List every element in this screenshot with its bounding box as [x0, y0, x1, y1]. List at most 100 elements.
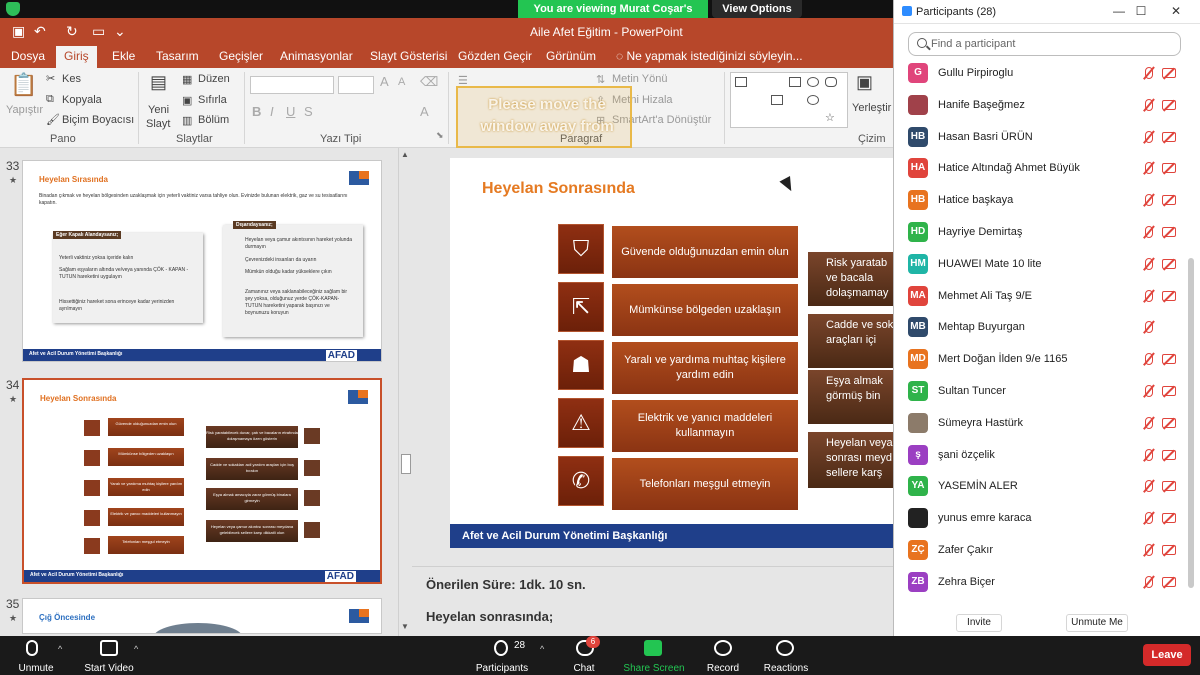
scrollbar-thumb[interactable] — [401, 454, 411, 474]
slideshow-icon[interactable]: ▭ — [92, 23, 105, 40]
paste-button[interactable]: Yapıştır — [6, 104, 43, 116]
cut-icon[interactable]: ✂ — [46, 72, 55, 85]
customize-qat-icon[interactable]: ⌄ — [114, 23, 126, 40]
save-icon[interactable]: ▣ — [12, 23, 25, 40]
arrange-icon[interactable]: ▣ — [856, 72, 873, 93]
new-slide-label-2[interactable]: Slayt — [146, 118, 170, 130]
scrollbar-thumb[interactable] — [1188, 258, 1194, 588]
start-video-button[interactable]: Start Video — [64, 663, 154, 674]
bold-icon[interactable]: B — [252, 104, 261, 119]
smiley-shape-icon[interactable] — [807, 95, 819, 105]
copy-icon[interactable]: ⧉ — [46, 93, 54, 106]
font-family-select[interactable] — [250, 76, 334, 94]
italic-icon[interactable]: I — [270, 104, 274, 119]
new-slide-icon[interactable]: ▤ — [150, 72, 167, 93]
participant-row[interactable]: Sümeyra Hastürk — [894, 408, 1184, 440]
participant-row[interactable]: ST Sultan Tuncer — [894, 376, 1184, 408]
maximize-icon[interactable]: ☐ — [1134, 4, 1148, 18]
participant-row[interactable]: MB Mehtap Buyurgan — [894, 312, 1184, 344]
audio-options-caret-icon[interactable]: ^ — [58, 644, 62, 654]
tab-tasarim[interactable]: Tasarım — [156, 49, 199, 63]
cut-button[interactable]: Kes — [62, 73, 81, 85]
tab-animasyonlar[interactable]: Animasyonlar — [280, 49, 353, 63]
scroll-down-icon[interactable]: ▼ — [401, 622, 409, 631]
participant-row[interactable]: ZÇ Zafer Çakır — [894, 535, 1184, 567]
thumbnail-slide-35[interactable]: Çığ Öncesinde — [22, 598, 382, 634]
video-off-icon[interactable] — [100, 640, 118, 656]
share-screen-icon[interactable] — [644, 640, 662, 656]
participants-icon[interactable] — [494, 640, 508, 656]
star-shape-icon[interactable]: ☆ — [825, 113, 837, 124]
rounded-rect-shape-icon[interactable] — [825, 77, 837, 87]
tab-gozden-gecir[interactable]: Gözden Geçir — [458, 49, 532, 63]
participant-row[interactable]: HB Hatice başkaya — [894, 185, 1184, 217]
tell-me-box[interactable]: ◌ Ne yapmak istediğinizi söyleyin... — [616, 49, 803, 63]
participant-row[interactable]: MA Mehmet Ali Taş 9/E — [894, 281, 1184, 313]
shrink-font-icon[interactable]: A — [398, 76, 405, 88]
tab-slayt-gosterisi[interactable]: Slayt Gösterisi — [370, 49, 447, 63]
participant-search-input[interactable]: Find a participant — [908, 32, 1181, 56]
participant-row[interactable]: MD Mert Doğan İlden 9/e 1165 — [894, 344, 1184, 376]
participant-row[interactable]: HB Hasan Basri ÜRÜN — [894, 122, 1184, 154]
participant-row[interactable]: yunus emre karaca — [894, 503, 1184, 535]
close-icon[interactable]: ✕ — [1169, 4, 1183, 18]
participants-caret-icon[interactable]: ^ — [540, 644, 544, 654]
participant-row[interactable]: HA Hatice Altındağ Ahmet Büyük — [894, 153, 1184, 185]
arrange-button[interactable]: Yerleştir — [852, 102, 891, 114]
participants-button[interactable]: Participants — [457, 663, 547, 674]
font-color-icon[interactable]: A — [420, 104, 429, 119]
new-slide-label-1[interactable]: Yeni — [148, 104, 169, 116]
minimize-icon[interactable]: — — [1112, 4, 1126, 18]
shadow-icon[interactable]: S — [304, 104, 313, 119]
participant-row[interactable]: ZB Zehra Biçer — [894, 567, 1184, 598]
font-size-select[interactable] — [338, 76, 374, 94]
section-button[interactable]: Bölüm — [198, 114, 229, 126]
video-options-caret-icon[interactable]: ^ — [134, 644, 138, 654]
thumbnail-slide-34-selected[interactable]: Heyelan Sonrasında Güvende olduğunuzdan … — [22, 378, 382, 584]
scroll-up-icon[interactable]: ▲ — [401, 150, 409, 159]
tab-ekle[interactable]: Ekle — [112, 49, 135, 63]
reactions-button[interactable]: Reactions — [741, 663, 831, 674]
layout-button[interactable]: Düzen — [198, 73, 230, 85]
clear-format-icon[interactable]: ⌫ — [420, 74, 438, 90]
underline-icon[interactable]: U — [286, 104, 295, 119]
font-dialog-launcher-icon[interactable]: ⬊ — [436, 130, 444, 141]
thumbnail-slide-33[interactable]: Heyelan Sırasında Binadan çıkmak ve heye… — [22, 160, 382, 362]
shapes-gallery[interactable]: ☆ — [730, 72, 848, 128]
participant-row[interactable]: Hanife Başeğmez — [894, 90, 1184, 122]
format-painter-button[interactable]: Biçim Boyacısı — [62, 114, 134, 126]
participant-row[interactable]: YA YASEMİN ALER — [894, 471, 1184, 503]
tab-dosya[interactable]: Dosya — [11, 49, 45, 63]
participant-scrollbar[interactable] — [1186, 58, 1196, 598]
reactions-icon[interactable] — [776, 640, 794, 656]
view-options-button[interactable]: View Options — [712, 0, 802, 18]
participant-row[interactable]: HM HUAWEI Mate 10 lite — [894, 249, 1184, 281]
participant-list[interactable]: G Gullu Pirpiroglu Hanife Başeğmez HB Hasan … — [894, 58, 1184, 598]
arrow-shape-icon[interactable] — [771, 95, 783, 105]
main-slide[interactable]: Heyelan Sonrasında ⛉ ⇱ ☗ ⚠ ✆ Güvende old… — [450, 158, 898, 548]
speaker-notes[interactable]: Önerilen Süre: 1dk. 10 sn. Heyelan sonra… — [412, 566, 893, 636]
shield-icon[interactable] — [6, 2, 20, 16]
reset-button[interactable]: Sıfırla — [198, 94, 227, 106]
leave-button[interactable]: Leave — [1143, 644, 1191, 666]
tab-gecisler[interactable]: Geçişler — [219, 49, 263, 63]
text-direction-button[interactable]: Metin Yönü — [612, 73, 667, 85]
participant-row[interactable]: G Gullu Pirpiroglu — [894, 58, 1184, 90]
tab-giris[interactable]: Giriş — [56, 46, 97, 68]
thumbnail-scrollbar[interactable]: ▲ ▼ — [398, 148, 412, 636]
grow-font-icon[interactable]: A — [380, 74, 389, 89]
rectangle-shape-icon[interactable] — [789, 77, 801, 87]
muted-mic-icon[interactable] — [26, 640, 38, 656]
paste-icon[interactable]: 📋 — [10, 72, 37, 98]
record-icon[interactable] — [714, 640, 732, 656]
participant-row[interactable]: HD Hayriye Demirtaş — [894, 217, 1184, 249]
participant-row[interactable]: ş şani özçelik — [894, 440, 1184, 472]
tab-gorunum[interactable]: Görünüm — [546, 49, 596, 63]
unmute-me-button[interactable]: Unmute Me — [1066, 614, 1128, 632]
textbox-shape-icon[interactable] — [735, 77, 747, 87]
oval-shape-icon[interactable] — [807, 77, 819, 87]
redo-icon[interactable]: ↻ — [66, 23, 78, 40]
format-painter-icon[interactable]: 🖌 — [46, 113, 60, 126]
invite-button[interactable]: Invite — [956, 614, 1002, 632]
copy-button[interactable]: Kopyala — [62, 94, 102, 106]
